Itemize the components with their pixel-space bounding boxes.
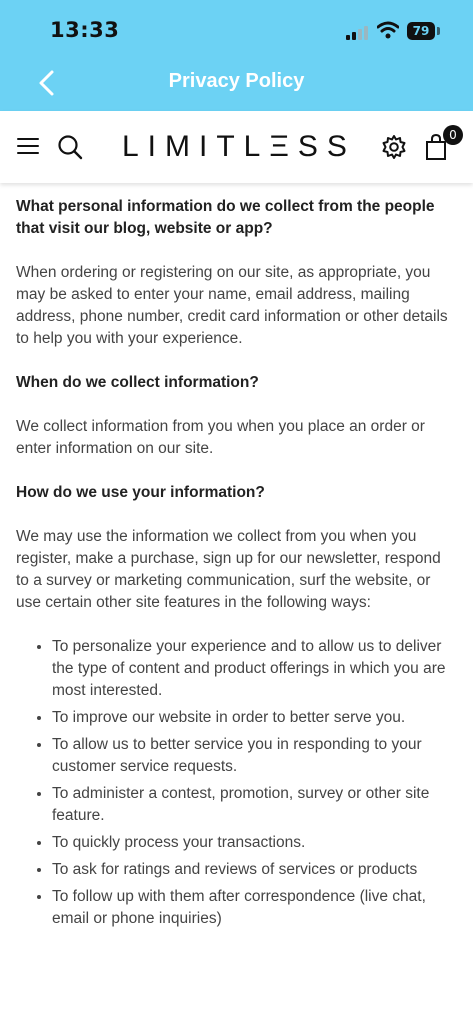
hamburger-menu-icon[interactable]: [16, 135, 40, 157]
list-item: To quickly process your transactions.: [52, 832, 456, 854]
answer-paragraph: We collect information from you when you…: [16, 418, 425, 457]
list-item: To ask for ratings and reviews of servic…: [52, 859, 456, 881]
page-title: Privacy Policy: [168, 70, 305, 92]
privacy-policy-content: What personal information do we collect …: [16, 196, 456, 935]
question-heading: What personal information do we collect …: [16, 198, 435, 237]
question-heading: When do we collect information?: [16, 374, 259, 391]
list-item: To allow us to better service you in res…: [52, 734, 456, 778]
cellular-signal-icon: [346, 24, 370, 40]
answer-paragraph: When ordering or registering on our site…: [16, 264, 448, 347]
store-header: LIMITLΞSS: [0, 111, 473, 183]
answer-paragraph: We may use the information we collect fr…: [16, 528, 441, 611]
search-icon[interactable]: [56, 133, 84, 161]
wifi-icon: [377, 21, 399, 39]
usage-list: To personalize your experience and to al…: [16, 636, 456, 930]
list-item: To administer a contest, promotion, surv…: [52, 783, 456, 827]
list-item: To follow up with them after corresponde…: [52, 886, 456, 930]
top-bar: 13:33 79 Privacy Policy: [0, 0, 473, 111]
battery-indicator: 79: [407, 22, 435, 40]
battery-tip: [437, 27, 440, 35]
gear-icon[interactable]: [380, 133, 408, 161]
cart-count-badge: 0: [443, 125, 463, 145]
brand-logo[interactable]: LIMITLΞSS: [122, 125, 354, 169]
list-item: To personalize your experience and to al…: [52, 636, 456, 702]
list-item: To improve our website in order to bette…: [52, 707, 456, 729]
question-heading: How do we use your information?: [16, 484, 265, 501]
status-time: 13:33: [50, 18, 120, 42]
